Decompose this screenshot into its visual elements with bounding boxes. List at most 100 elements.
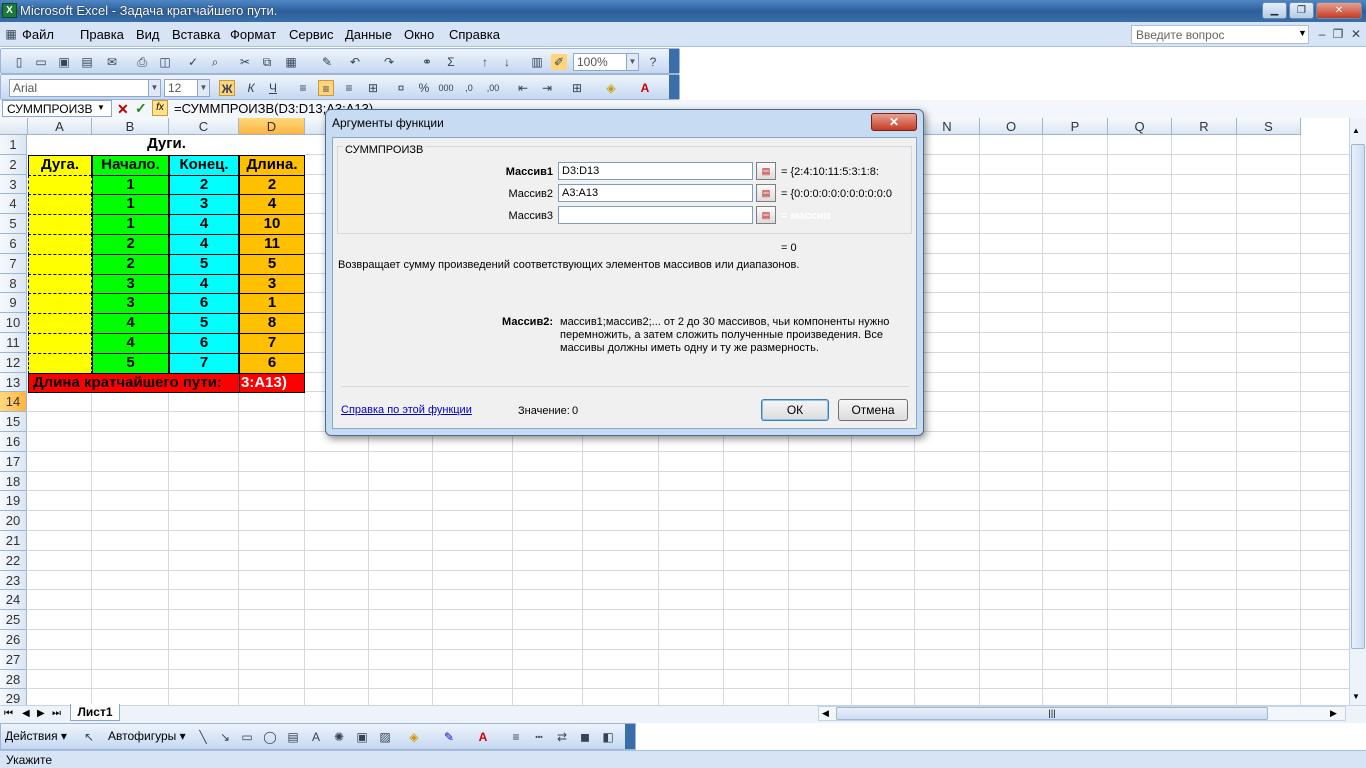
row-header-3[interactable]: 3 bbox=[0, 174, 27, 195]
column-header-b[interactable]: B bbox=[92, 118, 169, 135]
copy-icon[interactable]: ⧉ bbox=[259, 54, 275, 70]
preview-icon[interactable]: ◫ bbox=[157, 54, 173, 70]
doc-minimize-icon[interactable]: ‒ bbox=[1314, 26, 1330, 42]
toolbar-options-icon[interactable] bbox=[669, 75, 679, 99]
select-objects-icon[interactable]: ↖ bbox=[81, 729, 97, 745]
font-select[interactable]: Arial ▼ bbox=[9, 79, 161, 97]
row-header-28[interactable]: 28 bbox=[0, 669, 27, 690]
arc-cell[interactable] bbox=[28, 214, 92, 235]
row-header-4[interactable]: 4 bbox=[0, 194, 27, 215]
start-cell[interactable]: 1 bbox=[92, 194, 169, 216]
redo-icon[interactable]: ↷ bbox=[381, 54, 397, 70]
length-cell[interactable]: 11 bbox=[239, 234, 305, 255]
function-help-link[interactable]: Справка по этой функции bbox=[341, 404, 472, 416]
align-right-icon[interactable]: ≡ bbox=[341, 80, 357, 96]
percent-icon[interactable]: % bbox=[416, 80, 432, 96]
row-header-12[interactable]: 12 bbox=[0, 352, 27, 373]
fill-color-icon[interactable]: ◈ bbox=[406, 729, 422, 745]
row-header-24[interactable]: 24 bbox=[0, 590, 27, 611]
shadow-icon[interactable]: ◼ bbox=[577, 729, 593, 745]
wordart-icon[interactable]: A bbox=[308, 729, 324, 745]
end-cell[interactable]: 2 bbox=[169, 174, 239, 196]
undo-icon[interactable]: ↶ bbox=[347, 54, 363, 70]
result-edit-cell[interactable]: 3:A13) bbox=[239, 372, 305, 394]
autosum-icon[interactable]: Σ bbox=[443, 54, 459, 70]
sheet-tab[interactable]: Лист1 bbox=[70, 704, 120, 721]
cut-icon[interactable]: ✂ bbox=[237, 54, 253, 70]
chevron-down-icon[interactable]: ▼ bbox=[97, 103, 105, 112]
line-color-icon[interactable]: ✎ bbox=[441, 729, 457, 745]
arg3-input[interactable] bbox=[558, 206, 753, 224]
dash-style-icon[interactable]: ┅ bbox=[531, 729, 547, 745]
spelling-icon[interactable]: ✓ bbox=[185, 54, 201, 70]
close-icon[interactable]: ✕ bbox=[1316, 2, 1362, 19]
zoom-select[interactable]: 100% ▼ bbox=[573, 53, 639, 71]
menu-view[interactable]: Вид bbox=[136, 27, 160, 42]
end-cell[interactable]: 6 bbox=[169, 333, 239, 354]
end-cell[interactable]: 5 bbox=[169, 253, 239, 275]
prev-sheet-icon[interactable]: ◀ bbox=[22, 708, 30, 719]
horizontal-scroll-thumb[interactable]: ||| bbox=[836, 707, 1268, 720]
minimize-icon[interactable]: ▁ bbox=[1262, 2, 1287, 19]
column-header-n[interactable]: N bbox=[915, 118, 980, 135]
end-cell[interactable]: 4 bbox=[169, 234, 239, 255]
excel-doc-icon[interactable]: ▦ bbox=[3, 26, 19, 42]
italic-button[interactable]: К bbox=[243, 80, 259, 96]
vertical-scroll-thumb[interactable] bbox=[1351, 144, 1365, 649]
end-cell[interactable]: 6 bbox=[169, 293, 239, 315]
scroll-down-icon[interactable]: ▼ bbox=[1352, 692, 1360, 701]
underline-button[interactable]: Ч bbox=[265, 80, 281, 96]
collapse-dialog-icon[interactable]: ▤ bbox=[756, 162, 776, 180]
column-header-c[interactable]: C bbox=[169, 118, 239, 135]
merge-center-icon[interactable]: ⊞ bbox=[365, 80, 381, 96]
start-cell[interactable]: 5 bbox=[92, 352, 169, 374]
toolbar-options-icon[interactable] bbox=[625, 724, 635, 749]
collapse-dialog-icon[interactable]: ▤ bbox=[756, 206, 776, 224]
row-header-5[interactable]: 5 bbox=[0, 214, 27, 234]
row-header-8[interactable]: 8 bbox=[0, 273, 27, 294]
row-header-23[interactable]: 23 bbox=[0, 570, 27, 591]
arrow-style-icon[interactable]: ⇄ bbox=[554, 729, 570, 745]
column-header-s[interactable]: S bbox=[1237, 118, 1301, 135]
end-cell[interactable]: 5 bbox=[169, 313, 239, 334]
textbox-icon[interactable]: ▤ bbox=[285, 729, 301, 745]
menu-edit[interactable]: Правка bbox=[80, 27, 124, 42]
length-cell[interactable]: 1 bbox=[239, 293, 305, 315]
arc-cell[interactable] bbox=[28, 273, 92, 295]
start-cell[interactable]: 1 bbox=[92, 174, 169, 196]
start-cell[interactable]: 2 bbox=[92, 253, 169, 275]
new-icon[interactable]: ▯ bbox=[11, 54, 27, 70]
length-cell[interactable]: 7 bbox=[239, 333, 305, 354]
autoshapes-menu[interactable]: Автофигуры ▾ bbox=[108, 729, 186, 743]
row-header-13[interactable]: 13 bbox=[0, 372, 27, 393]
arc-cell[interactable] bbox=[28, 313, 92, 334]
start-cell[interactable]: 4 bbox=[92, 313, 169, 334]
row-header-11[interactable]: 11 bbox=[0, 333, 27, 353]
scroll-right-icon[interactable]: ▶ bbox=[1330, 708, 1337, 719]
open-icon[interactable]: ▭ bbox=[33, 54, 49, 70]
collapse-dialog-icon[interactable]: ▤ bbox=[756, 184, 776, 202]
diagram-icon[interactable]: ✺ bbox=[331, 729, 347, 745]
vertical-scrollbar[interactable]: ▲ ▼ bbox=[1349, 118, 1366, 705]
ok-button[interactable]: ОК bbox=[761, 399, 829, 421]
help-icon[interactable]: ? bbox=[645, 54, 661, 70]
menu-insert[interactable]: Вставка bbox=[172, 27, 220, 42]
print-icon[interactable]: ⎙ bbox=[134, 54, 150, 70]
scroll-left-icon[interactable]: ◀ bbox=[822, 708, 829, 719]
row-header-17[interactable]: 17 bbox=[0, 451, 27, 472]
select-all-corner[interactable] bbox=[0, 118, 28, 135]
row-header-14[interactable]: 14 bbox=[0, 392, 27, 413]
column-header-p[interactable]: P bbox=[1043, 118, 1108, 135]
sort-asc-icon[interactable]: ↑ bbox=[477, 54, 493, 70]
start-cell[interactable]: 4 bbox=[92, 333, 169, 354]
sort-desc-icon[interactable]: ↓ bbox=[499, 54, 515, 70]
3d-icon[interactable]: ◧ bbox=[600, 729, 616, 745]
column-header-o[interactable]: O bbox=[980, 118, 1043, 135]
menu-help[interactable]: Справка bbox=[449, 27, 500, 42]
align-left-icon[interactable]: ≡ bbox=[295, 80, 311, 96]
comma-style-icon[interactable]: 000 bbox=[438, 80, 454, 96]
row-header-10[interactable]: 10 bbox=[0, 313, 27, 333]
start-cell[interactable]: 3 bbox=[92, 273, 169, 295]
row-header-16[interactable]: 16 bbox=[0, 432, 27, 452]
menu-file[interactable]: Файл bbox=[22, 27, 54, 42]
